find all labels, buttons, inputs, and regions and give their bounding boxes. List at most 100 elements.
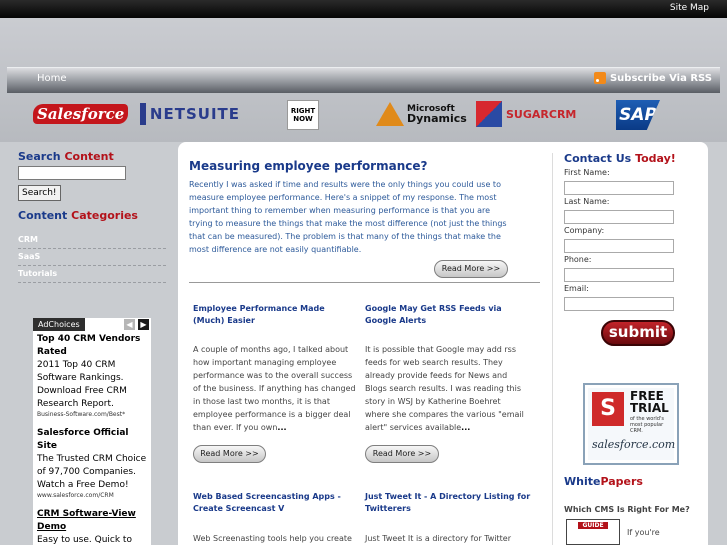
sugarcrm-logo[interactable]: SUGARCRM bbox=[476, 100, 596, 128]
post-title[interactable]: Web Based Screencasting Apps - Create Sc… bbox=[193, 491, 357, 515]
sugarcrm-cube-icon bbox=[476, 101, 502, 127]
post-ellipsis: ... bbox=[461, 423, 471, 432]
vendor-logos: Salesforce NETSUITE RIGHT NOW Microsoft Dy… bbox=[0, 96, 727, 132]
trial-brand: salesforce.com bbox=[592, 438, 676, 451]
email-label: Email: bbox=[564, 284, 589, 293]
post-body: A couple of months ago, I talked about h… bbox=[193, 343, 357, 434]
category-list: CRM SaaS Tutorials bbox=[18, 232, 166, 283]
post-body: Just Tweet It is a directory for Twitter bbox=[365, 532, 529, 545]
contact-heading-part-1: Contact Us bbox=[564, 152, 632, 165]
sap-logo[interactable]: SAP bbox=[616, 100, 660, 130]
ad-body: Easy to use. Quick to bbox=[37, 535, 132, 545]
post-excerpt: A couple of months ago, I talked about h… bbox=[193, 345, 356, 432]
whitepaper-title-link[interactable]: Which CMS Is Right For Me? bbox=[564, 505, 690, 514]
whitepapers-heading-part-2: Papers bbox=[600, 475, 643, 488]
ad-prev-icon[interactable]: ◀ bbox=[124, 319, 135, 330]
phone-field[interactable] bbox=[564, 268, 674, 282]
trial-free-text: FREE TRIAL bbox=[630, 390, 669, 414]
company-label: Company: bbox=[564, 226, 605, 235]
ad-item: Top 40 CRM Vendors Rated 2011 Top 40 CRM… bbox=[33, 331, 151, 425]
search-heading: Search Content bbox=[18, 150, 166, 163]
first-name-field[interactable] bbox=[564, 181, 674, 195]
left-sidebar: Search Content Search! Content Categorie… bbox=[18, 150, 166, 283]
salesforce-logo-text: Salesforce bbox=[33, 104, 129, 124]
rightnow-logo-line-2: NOW bbox=[293, 115, 313, 123]
search-heading-part-2: Content bbox=[64, 150, 114, 163]
categories-heading: Content Categories bbox=[18, 209, 166, 222]
search-input[interactable] bbox=[18, 166, 126, 180]
netsuite-logo[interactable]: NETSUITE bbox=[140, 100, 240, 128]
main-content: Measuring employee performance? Recently… bbox=[178, 142, 708, 545]
ad-panel: AdChoices ◀ ▶ Top 40 CRM Vendors Rated 2… bbox=[33, 318, 151, 545]
ad-bar: AdChoices ◀ ▶ bbox=[33, 318, 151, 331]
last-name-label: Last Name: bbox=[564, 197, 610, 206]
guide-thumbnail[interactable]: GUIDE bbox=[566, 519, 620, 545]
contact-heading: Contact Us Today! bbox=[564, 152, 676, 165]
post-ellipsis: ... bbox=[277, 423, 287, 432]
whitepapers-heading-part-1: White bbox=[564, 475, 601, 488]
salesforce-free-trial-banner[interactable]: S FREE TRIAL of the world's most popular … bbox=[583, 383, 679, 465]
rightnow-logo[interactable]: RIGHT NOW bbox=[287, 100, 319, 130]
company-field[interactable] bbox=[564, 239, 674, 253]
whitepapers-heading: WhitePapers bbox=[564, 475, 643, 488]
right-column-divider bbox=[552, 153, 553, 545]
dynamics-mark-icon bbox=[376, 102, 404, 126]
ad-title-link[interactable]: Salesforce Official Site bbox=[37, 427, 147, 453]
trial-trial-word: TRIAL bbox=[630, 401, 669, 415]
post-excerpt: Just Tweet It is a directory for Twitter bbox=[365, 534, 512, 543]
trial-banner-inner: S FREE TRIAL of the world's most popular … bbox=[588, 388, 676, 460]
ad-title-link[interactable]: Top 40 CRM Vendors Rated bbox=[37, 333, 147, 359]
adchoices-link[interactable]: AdChoices bbox=[33, 318, 85, 331]
ad-next-icon[interactable]: ▶ bbox=[138, 319, 149, 330]
featured-read-more-button[interactable]: Read More >> bbox=[434, 260, 508, 278]
category-saas[interactable]: SaaS bbox=[18, 249, 166, 266]
post-excerpt: Web Screenasting tools help you create bbox=[193, 534, 352, 543]
rss-icon bbox=[593, 72, 606, 84]
search-button[interactable]: Search! bbox=[18, 185, 61, 201]
categories-heading-part-1: Content bbox=[18, 209, 68, 222]
last-name-field[interactable] bbox=[564, 210, 674, 224]
nav-home-link[interactable]: Home bbox=[37, 73, 67, 84]
first-name-label: First Name: bbox=[564, 168, 610, 177]
featured-post-body: Recently I was asked if time and results… bbox=[189, 180, 507, 254]
ad-url[interactable]: Business-Software.com/Best* bbox=[37, 411, 147, 419]
featured-post-title[interactable]: Measuring employee performance? bbox=[189, 159, 427, 173]
post-title[interactable]: Just Tweet It - A Directory Listing for … bbox=[365, 491, 535, 515]
ms-logo-line-2: Dynamics bbox=[407, 112, 467, 125]
ad-item: CRM Software-View Demo Easy to use. Quic… bbox=[33, 506, 151, 545]
trial-subtext: of the world's most popular CRM. bbox=[630, 416, 664, 434]
category-tutorials[interactable]: Tutorials bbox=[18, 266, 166, 283]
subscribe-rss-link[interactable]: Subscribe Via RSS bbox=[593, 72, 712, 84]
contact-heading-part-2: Today! bbox=[635, 152, 676, 165]
site-map-link[interactable]: Site Map bbox=[670, 3, 709, 13]
email-field[interactable] bbox=[564, 297, 674, 311]
post-title[interactable]: Google May Get RSS Feeds via Google Aler… bbox=[365, 303, 535, 327]
post-body: Web Screenasting tools help you create bbox=[193, 532, 357, 545]
ad-url[interactable]: www.salesforce.com/CRM bbox=[37, 492, 147, 500]
phone-label: Phone: bbox=[564, 255, 592, 264]
search-heading-part-1: Search bbox=[18, 150, 61, 163]
post-body: It is possible that Google may add rss f… bbox=[365, 343, 525, 434]
ad-body: The Trusted CRM Choice of 97,700 Compani… bbox=[37, 454, 147, 490]
category-crm[interactable]: CRM bbox=[18, 232, 166, 249]
categories-heading-part-2: Categories bbox=[71, 209, 138, 222]
microsoft-dynamics-logo[interactable]: Microsoft Dynamics bbox=[376, 100, 467, 128]
ad-title-link[interactable]: CRM Software-View Demo bbox=[37, 508, 147, 534]
netsuite-mark-icon bbox=[140, 103, 146, 125]
salesforce-s-icon: S bbox=[592, 392, 624, 426]
guide-label: GUIDE bbox=[578, 522, 608, 529]
post-title[interactable]: Employee Performance Made (Much) Easier bbox=[193, 303, 355, 327]
nav-bar: Home Subscribe Via RSS bbox=[7, 67, 720, 93]
sap-logo-text: SAP bbox=[619, 105, 657, 125]
ad-item: Salesforce Official Site The Trusted CRM… bbox=[33, 425, 151, 506]
post-read-more-button[interactable]: Read More >> bbox=[365, 445, 439, 463]
post-read-more-button[interactable]: Read More >> bbox=[193, 445, 266, 463]
whitepaper-snippet: If you're bbox=[627, 528, 660, 537]
salesforce-logo[interactable]: Salesforce bbox=[33, 100, 129, 128]
sugarcrm-logo-text: SUGARCRM bbox=[506, 107, 577, 121]
rightnow-logo-line-1: RIGHT bbox=[290, 107, 316, 115]
top-bar: Site Map bbox=[0, 0, 727, 18]
subscribe-rss-label: Subscribe Via RSS bbox=[609, 72, 712, 84]
content-divider bbox=[189, 282, 540, 283]
submit-button[interactable]: submit bbox=[601, 320, 675, 346]
